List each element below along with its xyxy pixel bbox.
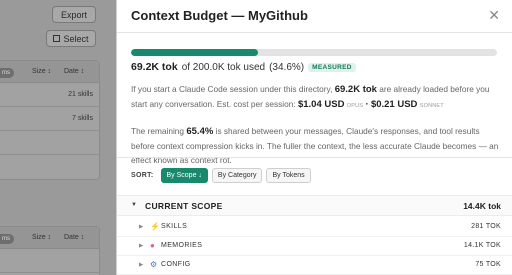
scope-tokens: 14.4K tok: [463, 201, 501, 211]
expand-triangle-icon[interactable]: ▶: [139, 262, 143, 268]
remaining-context-description: The remaining 65.4% is shared between yo…: [131, 124, 503, 167]
scope-item-tokens: 281 TOK: [471, 223, 501, 230]
scope-item-config[interactable]: ▶ ⚙ CONFIG 75 TOK: [117, 256, 512, 275]
context-budget-modal: Context Budget — MyGithub ✕ 69.2K tok of…: [116, 0, 512, 275]
scope-item-label: MEMORIES: [161, 242, 203, 249]
select-button[interactable]: Select: [46, 30, 96, 47]
scope-label: CURRENT SCOPE: [145, 201, 223, 211]
context-usage-bar: [131, 49, 497, 56]
usage-tokens: 69.2K tok: [131, 61, 178, 73]
remaining-percent: 65.4%: [186, 126, 214, 137]
background-app: Export Select ms Size ↕ Date ↕ 21 skills…: [0, 0, 116, 275]
select-label: Select: [63, 33, 89, 44]
usage-total: of 200.0K tok used: [181, 61, 266, 73]
measured-badge: MEASURED: [308, 62, 356, 72]
list-item[interactable]: [0, 249, 99, 273]
list-item[interactable]: 7 skills: [0, 107, 99, 131]
sort-by-tokens-button[interactable]: By Tokens: [266, 168, 311, 183]
context-usage-bar-fill: [131, 49, 258, 56]
filter-pill[interactable]: ms: [0, 234, 14, 244]
date-column-header[interactable]: Date ↕: [64, 68, 84, 75]
scope-item-memories[interactable]: ▶ ● MEMORIES 14.1K TOK: [117, 237, 512, 256]
usage-summary: 69.2K tok of 200.0K tok used (34.6%) MEA…: [131, 61, 356, 73]
scope-item-tokens: 75 TOK: [475, 261, 501, 268]
date-column-header[interactable]: Date ↕: [64, 234, 84, 241]
sort-by-category-button[interactable]: By Category: [211, 168, 263, 183]
scope-item-skills[interactable]: ▶ ⚡ SKILLS 281 TOK: [117, 218, 512, 237]
opus-cost: $1.04 USD: [297, 99, 345, 110]
scope-item-tokens: 14.1K TOK: [463, 242, 501, 249]
expand-triangle-icon[interactable]: ▶: [139, 224, 143, 230]
modal-header: Context Budget — MyGithub ✕: [117, 0, 512, 33]
background-list-panel: ms Size ↕ Date ↕ 21 skills 7 skills: [0, 60, 100, 180]
modal-title: Context Budget — MyGithub: [131, 8, 308, 23]
sonnet-cost: $0.21 USD: [370, 99, 418, 110]
list-item[interactable]: 21 skills: [0, 83, 99, 107]
filter-pill[interactable]: ms: [0, 68, 14, 78]
sort-controls: SORT: By Scope ↓ By Category By Tokens: [131, 168, 311, 183]
item-count: 7 skills: [71, 115, 93, 122]
expand-triangle-icon[interactable]: ▶: [139, 243, 143, 249]
export-button[interactable]: Export: [52, 6, 96, 23]
list-header: ms Size ↕ Date ↕: [0, 61, 99, 83]
brain-icon: ●: [150, 241, 155, 250]
session-cost-description: If you start a Claude Code session under…: [131, 82, 503, 113]
item-count: 21 skills: [68, 91, 93, 98]
size-column-header[interactable]: Size ↕: [32, 68, 51, 75]
checkbox-icon: [53, 35, 61, 42]
desc-text: The remaining: [131, 126, 185, 136]
scope-item-label: CONFIG: [161, 261, 191, 268]
collapse-triangle-icon[interactable]: ▼: [131, 202, 137, 208]
background-list-panel: ms Size ↕ Date ↕: [0, 226, 100, 275]
scope-item-label: SKILLS: [161, 223, 188, 230]
separator-dot: ·: [365, 99, 369, 110]
list-item[interactable]: [0, 155, 99, 179]
list-item[interactable]: [0, 131, 99, 155]
opus-label: OPUS: [346, 103, 364, 109]
close-icon[interactable]: ✕: [488, 7, 500, 24]
size-column-header[interactable]: Size ↕: [32, 234, 51, 241]
desc-text: If you start a Claude Code session under…: [131, 84, 333, 94]
sort-label: SORT:: [131, 172, 154, 179]
gear-icon: ⚙: [150, 260, 158, 269]
sonnet-label: SONNET: [419, 103, 444, 109]
lightning-icon: ⚡: [150, 222, 160, 231]
loaded-tokens: 69.2K tok: [334, 84, 377, 95]
usage-percent: (34.6%): [269, 61, 305, 73]
divider: [117, 157, 512, 158]
sort-by-scope-button[interactable]: By Scope ↓: [160, 168, 208, 183]
current-scope-section-header[interactable]: ▼ CURRENT SCOPE 14.4K tok: [117, 195, 512, 216]
list-header: ms Size ↕ Date ↕: [0, 227, 99, 249]
